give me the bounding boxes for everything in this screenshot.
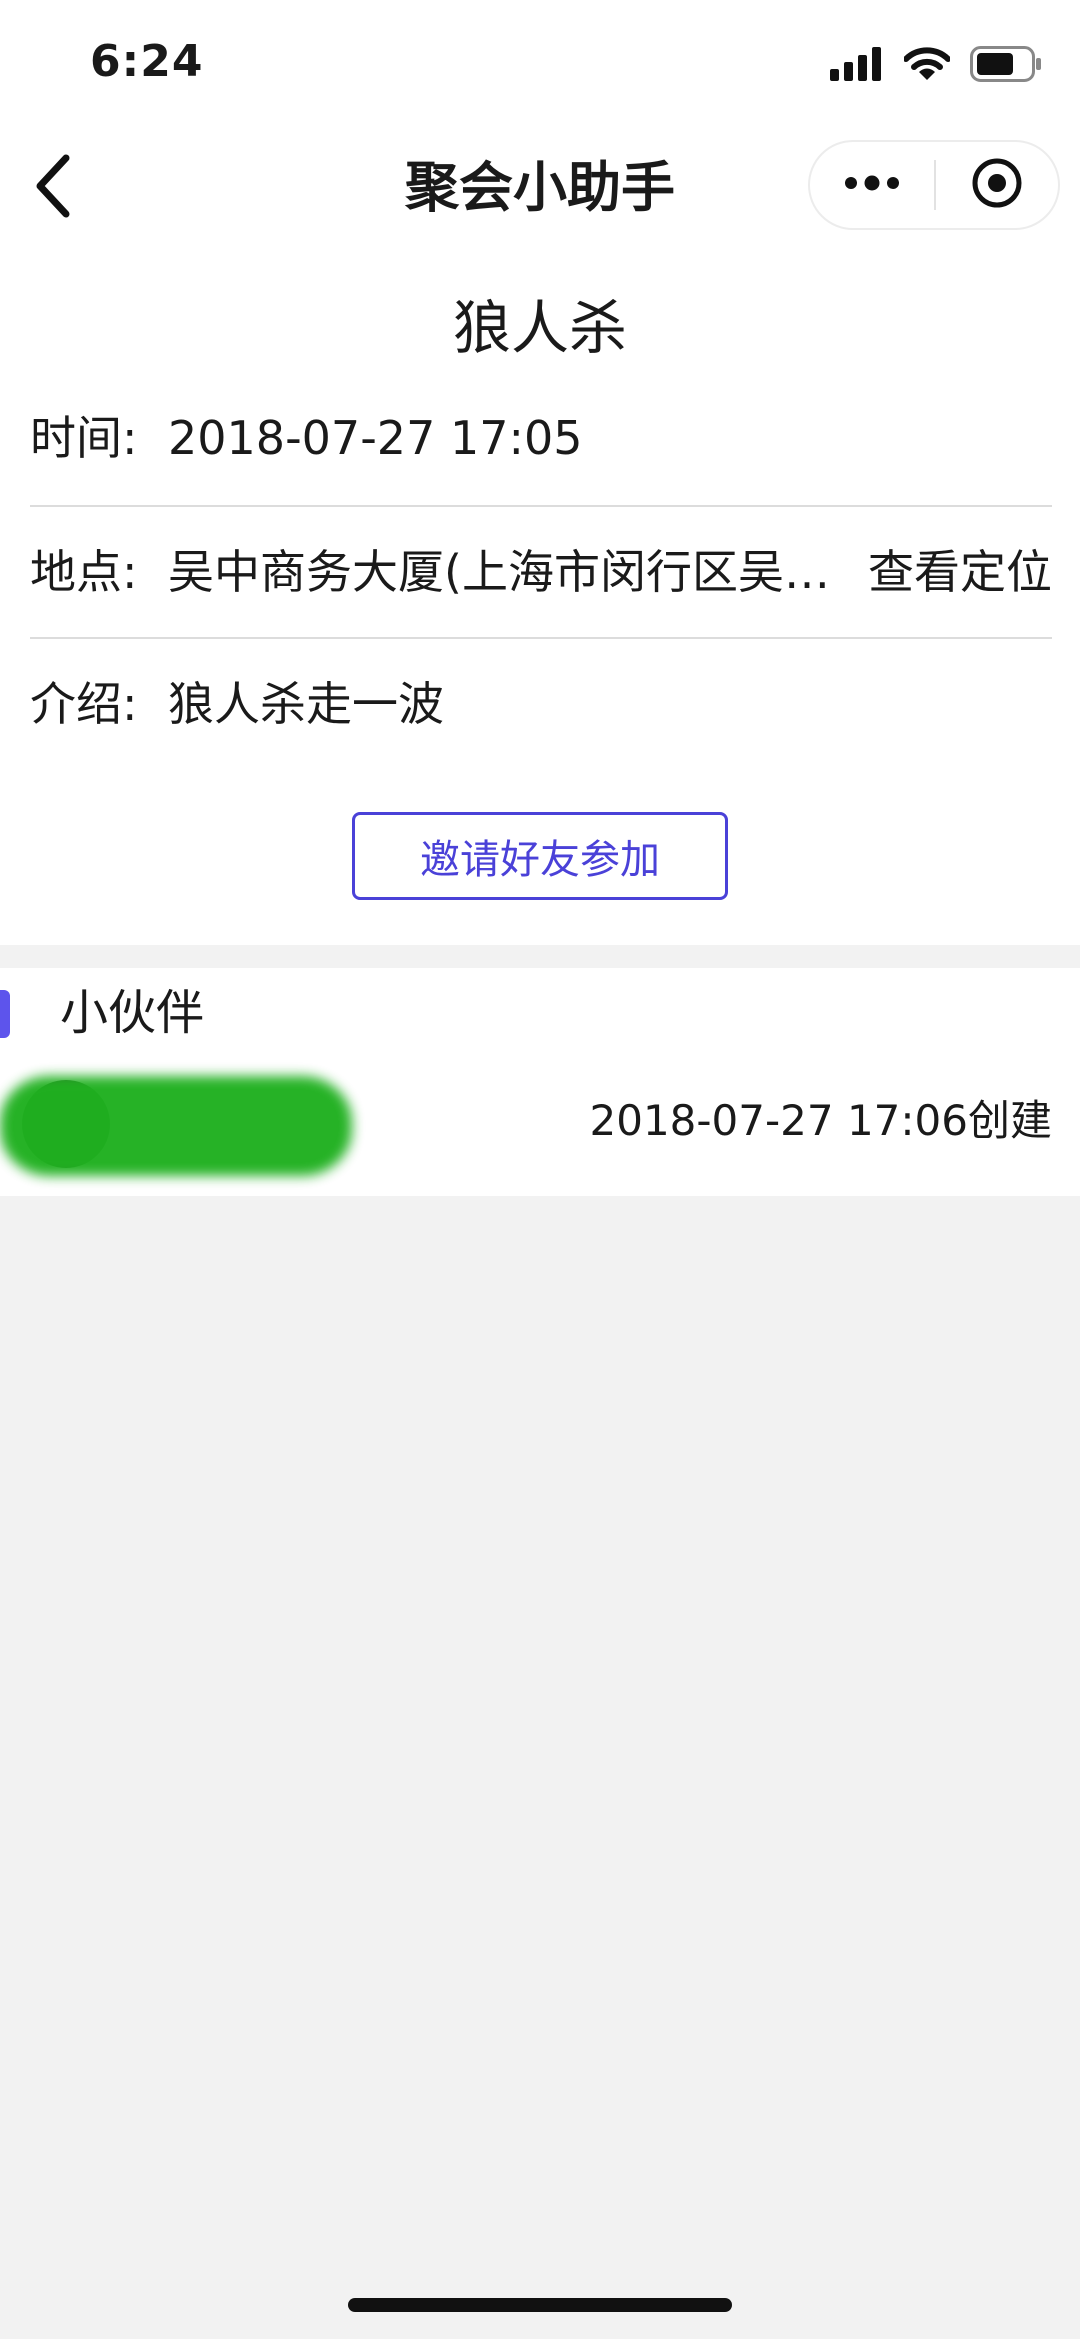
cellular-signal-icon: [830, 47, 884, 85]
wifi-icon: [903, 47, 951, 85]
status-time: 6:24: [90, 36, 204, 87]
intro-value: 狼人杀走一波: [168, 677, 444, 731]
location-value: 吴中商务大厦(上海市闵行区吴…: [168, 545, 830, 599]
section-accent-bar: [0, 990, 10, 1038]
member-created-time: 2018-07-27 17:06创建: [589, 1096, 1052, 1145]
time-value: 2018-07-27 17:05: [168, 411, 583, 465]
intro-label: 介绍:: [30, 677, 138, 731]
back-button[interactable]: [22, 150, 82, 226]
location-label: 地点:: [30, 545, 138, 599]
more-button[interactable]: [810, 142, 934, 228]
divider: [30, 637, 1052, 639]
participants-section: 小伙伴 2018-07-27 17:06创建: [0, 968, 1080, 1196]
divider: [30, 505, 1052, 507]
time-label: 时间:: [30, 411, 138, 465]
page-title: 聚会小助手: [405, 156, 675, 219]
event-title: 狼人杀: [452, 294, 627, 362]
view-location-link[interactable]: 查看定位: [868, 540, 1052, 604]
more-dots-icon: [844, 175, 900, 195]
redacted-member-name: [0, 1076, 352, 1176]
invite-friends-button[interactable]: 邀请好友参加: [352, 812, 728, 900]
participants-title: 小伙伴: [60, 985, 205, 1041]
target-circle-icon: [971, 157, 1023, 213]
chevron-left-icon: [32, 154, 72, 222]
home-indicator[interactable]: [348, 2298, 732, 2312]
close-mini-program-button[interactable]: [936, 142, 1058, 228]
mini-program-capsule: [808, 140, 1060, 230]
status-icons: [830, 46, 1042, 86]
battery-icon: [970, 46, 1042, 86]
